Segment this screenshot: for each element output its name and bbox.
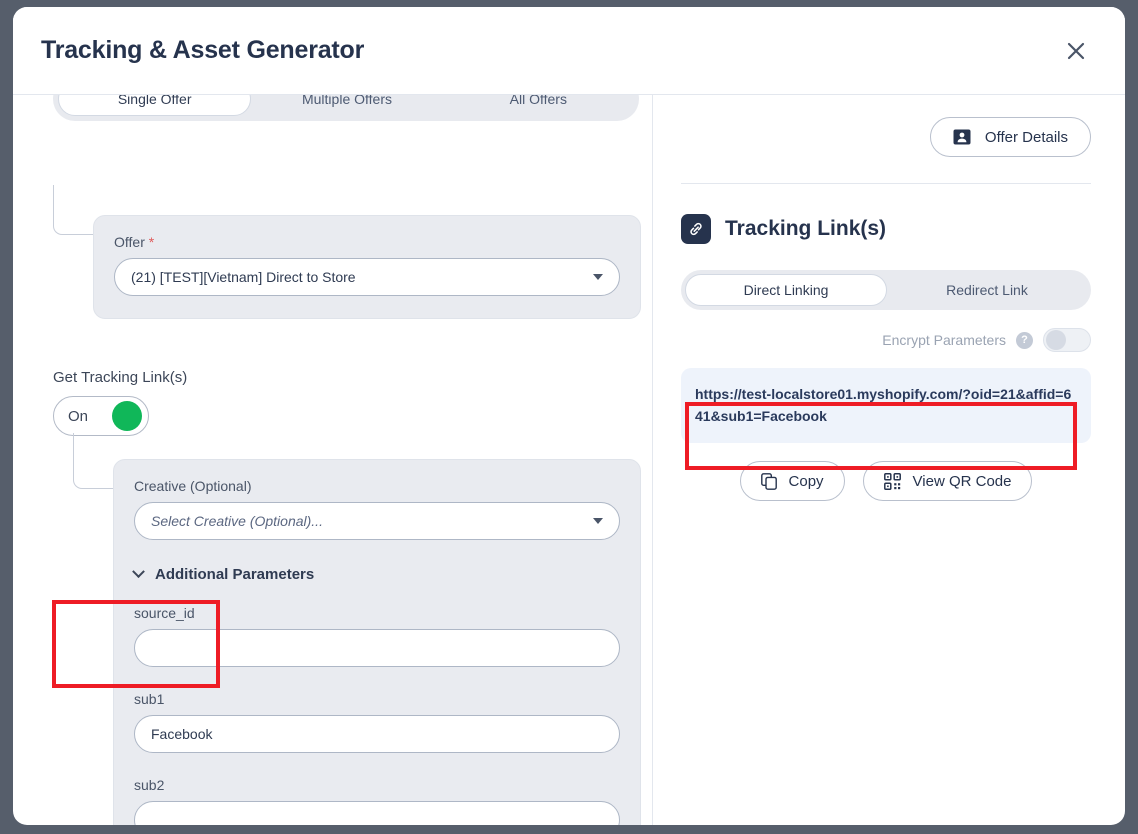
tab-multiple-offers-label: Multiple Offers (302, 95, 392, 107)
contact-card-icon (953, 129, 971, 145)
offer-select[interactable]: (21) [TEST][Vietnam] Direct to Store (114, 258, 620, 296)
offer-label-text: Offer (114, 234, 145, 250)
offer-details-label: Offer Details (985, 129, 1068, 146)
chevron-down-icon (132, 565, 145, 578)
qr-code-icon (884, 473, 901, 490)
sub1-value: Facebook (151, 726, 212, 742)
tree-connector-offer (53, 185, 93, 235)
creative-select-placeholder: Select Creative (Optional)... (151, 513, 323, 529)
sub2-input[interactable] (134, 801, 620, 825)
left-panel: Single Offer Multiple Offers All Offers … (13, 95, 653, 825)
offer-mode-tabs: Single Offer Multiple Offers All Offers (53, 95, 639, 121)
tab-single-offer[interactable]: Single Offer (58, 95, 251, 116)
view-qr-code-label: View QR Code (913, 473, 1012, 490)
modal-header: Tracking & Asset Generator (13, 7, 1125, 95)
param-sub2: sub2 (134, 777, 620, 825)
right-panel: Offer Details Tracking Link(s) Direct Li… (653, 95, 1125, 825)
additional-parameters-toggle[interactable]: Additional Parameters (134, 566, 620, 583)
sub1-input[interactable]: Facebook (134, 715, 620, 753)
param-label-sub1: sub1 (134, 691, 620, 707)
encrypt-parameters-toggle[interactable] (1043, 328, 1091, 352)
copy-button[interactable]: Copy (740, 461, 845, 501)
toggle-knob (112, 401, 142, 431)
tracking-toggle-label: Get Tracking Link(s) (53, 369, 187, 386)
tab-all-offers[interactable]: All Offers (443, 95, 634, 116)
view-qr-code-button[interactable]: View QR Code (863, 461, 1033, 501)
question-mark-glyph: ? (1021, 334, 1028, 346)
param-source_id: source_id (134, 605, 620, 667)
copy-label: Copy (789, 473, 824, 490)
offer-details-button[interactable]: Offer Details (930, 117, 1091, 157)
tab-redirect-link[interactable]: Redirect Link (887, 274, 1087, 306)
tracking-links-section-title: Tracking Link(s) (681, 214, 1091, 244)
tracking-toggle-group: Get Tracking Link(s) On (53, 369, 187, 436)
tab-direct-linking[interactable]: Direct Linking (685, 274, 887, 306)
param-label-source_id: source_id (134, 605, 620, 621)
offer-label: Offer * (114, 234, 620, 250)
tab-multiple-offers[interactable]: Multiple Offers (251, 95, 442, 116)
creative-label: Creative (Optional) (134, 478, 620, 494)
encrypt-parameters-label: Encrypt Parameters (882, 332, 1006, 348)
tracking-link-panel: https://test-localstore01.myshopify.com/… (681, 368, 1091, 443)
tracking-link-text[interactable]: https://test-localstore01.myshopify.com/… (695, 384, 1077, 427)
creative-params-card: Creative (Optional) Select Creative (Opt… (113, 459, 641, 825)
offer-card: Offer * (21) [TEST][Vietnam] Direct to S… (93, 215, 641, 319)
question-mark-icon[interactable]: ? (1016, 332, 1033, 349)
required-marker: * (149, 234, 154, 250)
tab-all-offers-label: All Offers (510, 95, 567, 107)
copy-icon (761, 473, 777, 490)
source_id-input[interactable] (134, 629, 620, 667)
link-icon (681, 214, 711, 244)
left-panel-scroll: Single Offer Multiple Offers All Offers … (13, 95, 653, 825)
link-actions-row: Copy View QR Code (681, 461, 1091, 501)
offer-details-row: Offer Details (681, 117, 1091, 157)
tree-connector-creative (73, 433, 113, 489)
encrypt-parameters-row: Encrypt Parameters ? (681, 328, 1091, 352)
tab-single-offer-label: Single Offer (118, 95, 192, 107)
chevron-down-icon (593, 274, 603, 280)
encrypt-toggle-knob (1046, 330, 1066, 350)
link-type-tabs: Direct Linking Redirect Link (681, 270, 1091, 310)
modal-body: Single Offer Multiple Offers All Offers … (13, 95, 1125, 825)
toggle-state-label: On (68, 408, 88, 425)
chevron-down-icon (593, 518, 603, 524)
modal-title: Tracking & Asset Generator (41, 36, 364, 65)
tab-redirect-link-label: Redirect Link (946, 282, 1028, 298)
section-title-text: Tracking Link(s) (725, 217, 886, 241)
param-label-sub2: sub2 (134, 777, 620, 793)
additional-parameters-label: Additional Parameters (155, 566, 314, 583)
get-tracking-links-toggle[interactable]: On (53, 396, 149, 436)
param-sub1: sub1 Facebook (134, 691, 620, 753)
tracking-asset-generator-modal: Tracking & Asset Generator Single Offer … (13, 7, 1125, 825)
divider (681, 183, 1091, 184)
creative-select[interactable]: Select Creative (Optional)... (134, 502, 620, 540)
tab-direct-linking-label: Direct Linking (744, 282, 829, 298)
close-icon[interactable] (1059, 34, 1093, 68)
offer-select-value: (21) [TEST][Vietnam] Direct to Store (131, 269, 356, 285)
